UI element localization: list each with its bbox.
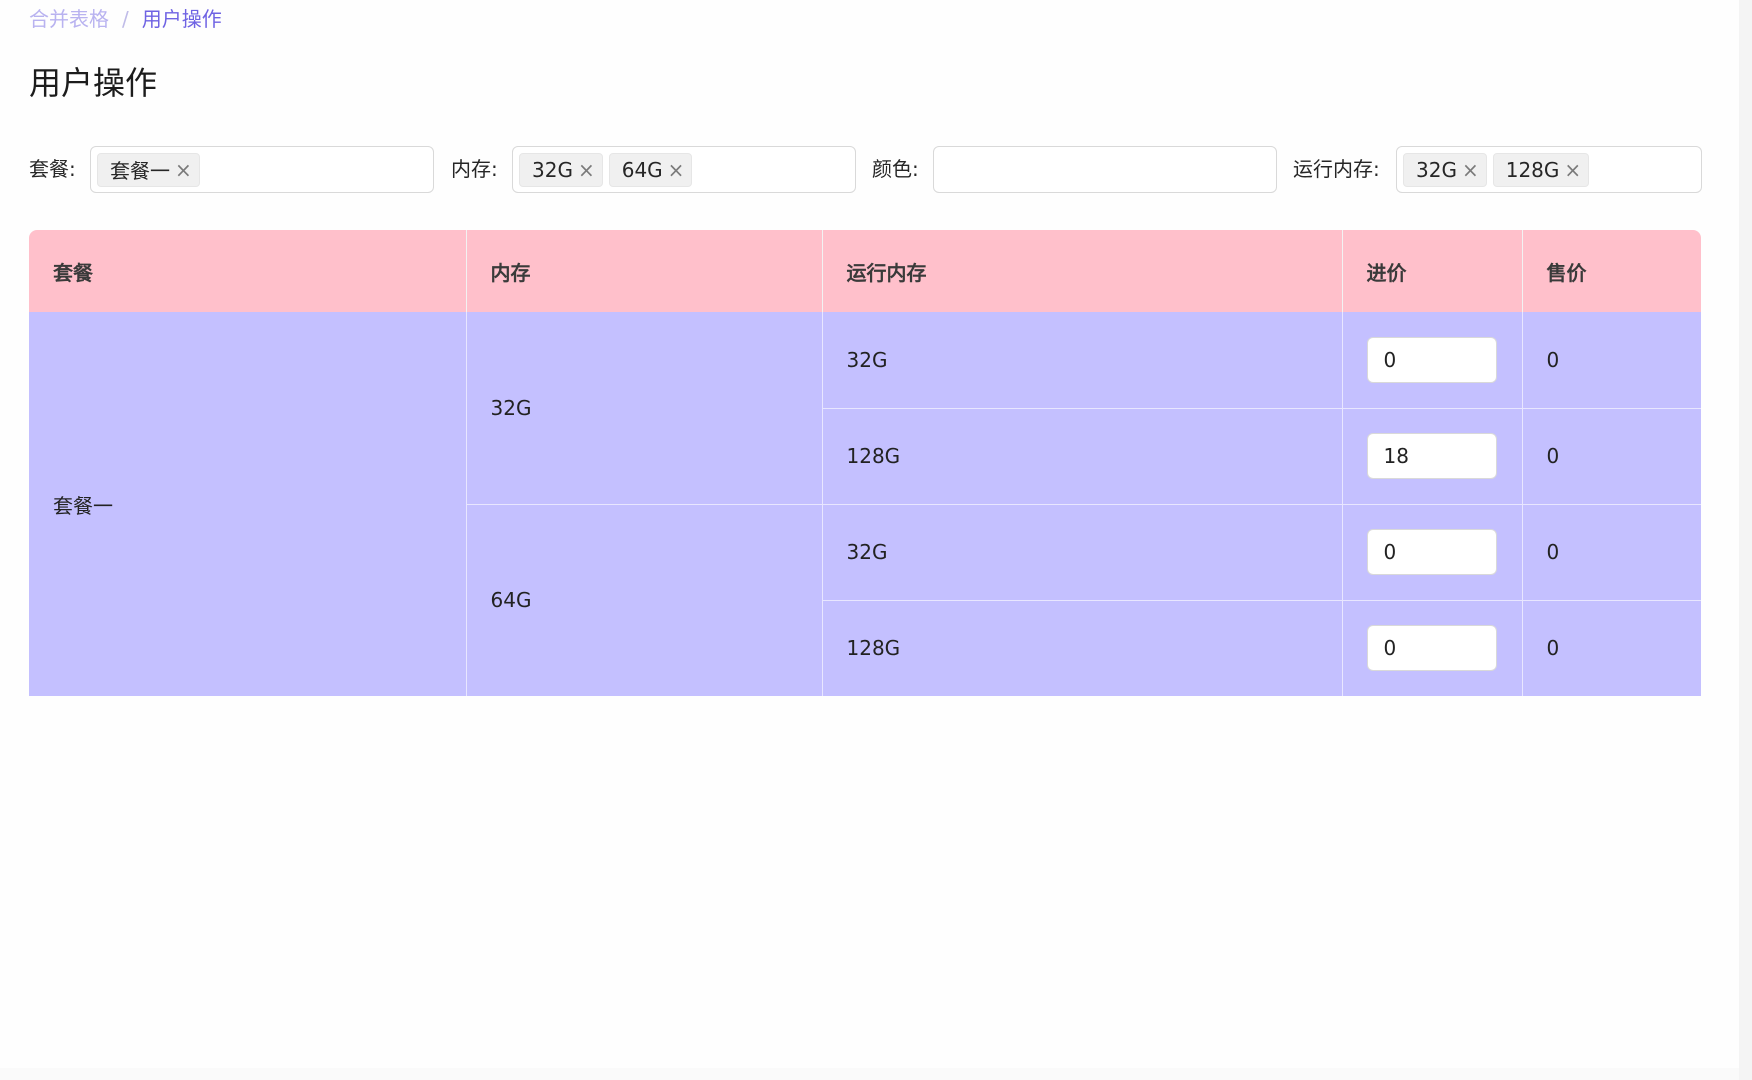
ram-cell: 32G — [822, 503, 1343, 600]
cost-input[interactable] — [1366, 625, 1497, 672]
color-filter-label: 颜色: — [872, 157, 919, 181]
column-header-package: 套餐 — [29, 230, 467, 312]
ram-filter-label: 运行内存: — [1293, 157, 1380, 181]
price-cell: 0 — [1522, 503, 1701, 600]
memory-cell: 32G — [466, 312, 823, 504]
breadcrumb-current: 用户操作 — [141, 7, 222, 31]
memory-select[interactable]: 32G × 64G × — [512, 146, 856, 193]
page: 合并表格 / 用户操作 用户操作 套餐: 套餐一 × 内存: 32G × 64G… — [0, 0, 1739, 1068]
column-header-ram: 运行内存 — [822, 230, 1343, 312]
column-header-memory: 内存 — [466, 230, 823, 312]
breadcrumb: 合并表格 / 用户操作 — [29, 5, 222, 33]
page-title: 用户操作 — [29, 64, 158, 102]
package-tag-label: 套餐一 — [110, 159, 170, 183]
package-cell: 套餐一 — [29, 312, 467, 696]
column-header-cost: 进价 — [1342, 230, 1523, 312]
page-scroll-gutter — [1739, 0, 1752, 1080]
cost-cell — [1342, 503, 1523, 600]
memory-tag: 64G × — [608, 152, 693, 187]
cost-input[interactable] — [1366, 336, 1497, 383]
table-row: 套餐一 32G 32G 0 — [29, 312, 1701, 696]
close-icon[interactable]: × — [578, 160, 595, 180]
color-select[interactable] — [933, 146, 1277, 193]
ram-tag: 128G × — [1492, 152, 1590, 187]
page-bottom-edge — [0, 1068, 1739, 1080]
memory-filter-label: 内存: — [451, 157, 498, 181]
cost-input[interactable] — [1366, 529, 1497, 575]
ram-tag-label: 128G — [1505, 157, 1560, 182]
package-select[interactable]: 套餐一 × — [90, 146, 434, 193]
memory-tag-label: 32G — [532, 157, 573, 182]
ram-select[interactable]: 32G × 128G × — [1396, 146, 1702, 193]
ram-tag: 32G × — [1403, 152, 1487, 187]
price-cell: 0 — [1522, 599, 1701, 696]
package-filter-label: 套餐: — [29, 157, 76, 181]
filter-bar: 套餐: 套餐一 × 内存: 32G × 64G × 颜色: 运行内存: 32G … — [29, 146, 1702, 193]
cost-cell — [1342, 599, 1523, 696]
ram-tag-label: 32G — [1416, 157, 1457, 182]
ram-cell: 128G — [822, 407, 1343, 504]
price-cell: 0 — [1522, 312, 1701, 408]
ram-cell: 128G — [822, 599, 1343, 696]
close-icon[interactable]: × — [1564, 160, 1581, 180]
table-header-row: 套餐 内存 运行内存 进价 售价 — [29, 230, 1701, 312]
memory-cell: 64G — [466, 503, 823, 696]
package-tag: 套餐一 × — [97, 152, 200, 187]
cost-cell — [1342, 312, 1523, 408]
cost-input[interactable] — [1366, 433, 1497, 479]
cost-cell — [1342, 407, 1523, 504]
breadcrumb-separator: / — [122, 7, 129, 31]
breadcrumb-parent-link[interactable]: 合并表格 — [29, 5, 109, 33]
close-icon[interactable]: × — [668, 160, 685, 180]
merged-table: 套餐 内存 运行内存 进价 售价 套餐一 32G 32G 0 0 128G 18… — [29, 230, 1701, 696]
close-icon[interactable]: × — [175, 160, 192, 180]
memory-tag-label: 64G — [621, 157, 663, 182]
close-icon[interactable]: × — [1462, 160, 1479, 180]
ram-cell: 32G — [822, 312, 1343, 408]
price-cell: 0 — [1522, 407, 1701, 504]
memory-tag: 32G × — [519, 152, 603, 187]
column-header-price: 售价 — [1522, 230, 1701, 312]
